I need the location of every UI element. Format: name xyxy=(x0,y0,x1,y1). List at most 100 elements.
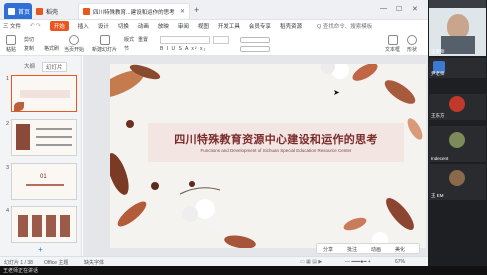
menu-start[interactable]: 开始 xyxy=(49,21,69,31)
share-button[interactable]: 分享 xyxy=(323,246,333,253)
maximize-icon[interactable]: ☐ xyxy=(396,5,402,13)
from-current-label: 当页开始 xyxy=(64,47,85,53)
tab-slides[interactable]: 幻灯片 xyxy=(42,62,67,72)
slide-thumbnail[interactable] xyxy=(11,119,77,156)
cut-button[interactable]: 剪切 xyxy=(24,36,34,43)
slide-thumbnail[interactable] xyxy=(11,206,77,243)
new-slide-icon xyxy=(99,35,110,45)
command-search[interactable]: Q 查找命令、搜索模板 xyxy=(317,22,372,30)
play-icon xyxy=(69,35,79,45)
close-window-icon[interactable]: ✕ xyxy=(412,5,418,13)
paragraph-align-icons[interactable] xyxy=(240,37,270,43)
reset-button[interactable]: 重置 xyxy=(138,36,148,43)
text-format-buttons[interactable]: B I U S A x² x₂ xyxy=(160,46,206,52)
slide-title: 四川特殊教育资源中心建设和运作的思考 xyxy=(174,134,378,146)
video-tile[interactable]: 王东方 xyxy=(429,94,486,120)
thumb-card xyxy=(60,215,70,237)
menu-file[interactable]: 三 文件 xyxy=(3,22,21,30)
menu-animate[interactable]: 动画 xyxy=(138,22,149,30)
textbox-button[interactable]: 文本框 xyxy=(385,35,400,53)
slides-panel: 大纲 幻灯片 1 2 3 01 4 + xyxy=(0,56,82,256)
tab-home[interactable]: 首页 xyxy=(4,3,32,19)
tab-current-document[interactable]: 四川特殊教育...建设和运作的思考 ✕ xyxy=(78,3,190,19)
leaf-shape xyxy=(352,64,378,81)
thumb-line xyxy=(36,144,72,146)
menu-view[interactable]: 视图 xyxy=(198,22,209,30)
tab-docer[interactable]: 稻壳 xyxy=(32,3,72,19)
app-window: 首页 稻壳 四川特殊教育...建设和运作的思考 ✕ + — ☐ ✕ 三 文件 ↶… xyxy=(0,0,487,275)
leaf-shape xyxy=(110,153,129,195)
video-name: 王东方 xyxy=(431,113,445,118)
tab-home-label: 首页 xyxy=(18,9,31,16)
copy-button[interactable]: 复制 xyxy=(24,45,34,52)
section-button[interactable]: 节 xyxy=(124,45,129,52)
video-tile[interactable]: Indecent xyxy=(429,126,486,162)
meeting-bottom-bar: 王老师正在讲话 xyxy=(0,266,487,275)
undo-icon[interactable]: ↶ ↷ xyxy=(30,23,41,29)
shape-icon xyxy=(407,35,417,45)
menu-resource[interactable]: 稻壳资源 xyxy=(280,22,302,30)
video-tile[interactable]: 王 EM xyxy=(429,164,486,200)
new-slide-button[interactable]: 新建幻灯片 xyxy=(92,35,117,53)
floating-action-bar: 分享 批注 动画 美化 xyxy=(316,243,420,254)
thumb-line xyxy=(36,136,72,138)
menu-insert[interactable]: 插入 xyxy=(78,22,89,30)
cotton-ball xyxy=(208,217,222,231)
title-box[interactable]: 四川特殊教育资源中心建设和运作的思考 Functions and Develop… xyxy=(148,123,404,162)
menu-tools[interactable]: 开发工具 xyxy=(218,22,240,30)
menu-design[interactable]: 设计 xyxy=(98,22,109,30)
leaf-shape xyxy=(224,235,256,248)
slide-thumbnail[interactable]: 01 xyxy=(11,163,77,200)
slide-number: 4 xyxy=(6,208,10,214)
video-name: 王老师 xyxy=(431,49,445,54)
video-tile[interactable]: 王老师 xyxy=(429,0,486,56)
zoom-slider[interactable]: — ━━━●━ + xyxy=(345,259,371,265)
tab-docer-label: 稻壳 xyxy=(46,9,59,16)
layout-button[interactable]: 版式 xyxy=(124,36,134,43)
textbox-icon xyxy=(387,35,398,45)
add-slide-icon[interactable]: + xyxy=(38,245,43,254)
twig xyxy=(179,187,221,195)
menu-show[interactable]: 放映 xyxy=(158,22,169,30)
new-tab-button[interactable]: + xyxy=(194,5,199,15)
avatar xyxy=(449,170,465,186)
cotton-ball xyxy=(182,206,198,222)
video-header xyxy=(429,0,486,8)
current-slide[interactable]: 四川特殊教育资源中心建设和运作的思考 Functions and Develop… xyxy=(110,64,426,248)
avatar xyxy=(449,132,465,148)
font-family-select[interactable] xyxy=(160,36,210,44)
status-bar: 幻灯片 1 / 38 Office 主题 缺失字体 ▭ ▦ ▤ ▶ — ━━━●… xyxy=(0,256,428,266)
video-tile[interactable]: 尹老师 xyxy=(429,58,486,78)
list-icons[interactable] xyxy=(240,46,270,52)
thumb-line xyxy=(26,184,64,186)
paste-button[interactable]: 粘贴 xyxy=(6,35,16,53)
theme-name: Office 主题 xyxy=(44,260,69,266)
menu-member[interactable]: 会员专享 xyxy=(249,22,271,30)
avatar xyxy=(449,96,465,112)
font-size-select[interactable] xyxy=(213,36,229,44)
view-mode-icons[interactable]: ▭ ▦ ▤ ▶ xyxy=(300,259,322,265)
video-name: Indecent xyxy=(431,156,449,161)
annotate-button[interactable]: 批注 xyxy=(347,246,357,253)
paste-label: 粘贴 xyxy=(6,47,17,53)
menu-switch[interactable]: 切换 xyxy=(118,22,129,30)
slide-thumbnail[interactable] xyxy=(11,75,77,112)
slide-number: 2 xyxy=(6,121,10,127)
zoom-level[interactable]: 67% xyxy=(395,259,405,265)
beautify-button[interactable]: 美化 xyxy=(395,246,405,253)
ribbon-toolbar: 粘贴 剪切 复制 格式刷 当页开始 新建幻灯片 版式 节 重置 B I U S … xyxy=(0,32,428,56)
slide-number: 1 xyxy=(6,76,10,82)
slide-number: 3 xyxy=(6,165,10,171)
docer-icon xyxy=(36,7,43,15)
from-current-button[interactable]: 当页开始 xyxy=(64,35,84,53)
minimize-icon[interactable]: — xyxy=(380,5,387,12)
tab-outline[interactable]: 大纲 xyxy=(24,62,35,70)
shape-button[interactable]: 形状 xyxy=(407,35,417,53)
menu-review[interactable]: 审阅 xyxy=(178,22,189,30)
close-tab-icon[interactable]: ✕ xyxy=(180,8,185,15)
shape-label: 形状 xyxy=(407,47,418,53)
berry xyxy=(151,182,159,190)
format-painter-button[interactable]: 格式刷 xyxy=(44,45,59,52)
missing-font-button[interactable]: 缺失字体 xyxy=(84,259,104,266)
animation-button[interactable]: 动画 xyxy=(371,246,381,253)
